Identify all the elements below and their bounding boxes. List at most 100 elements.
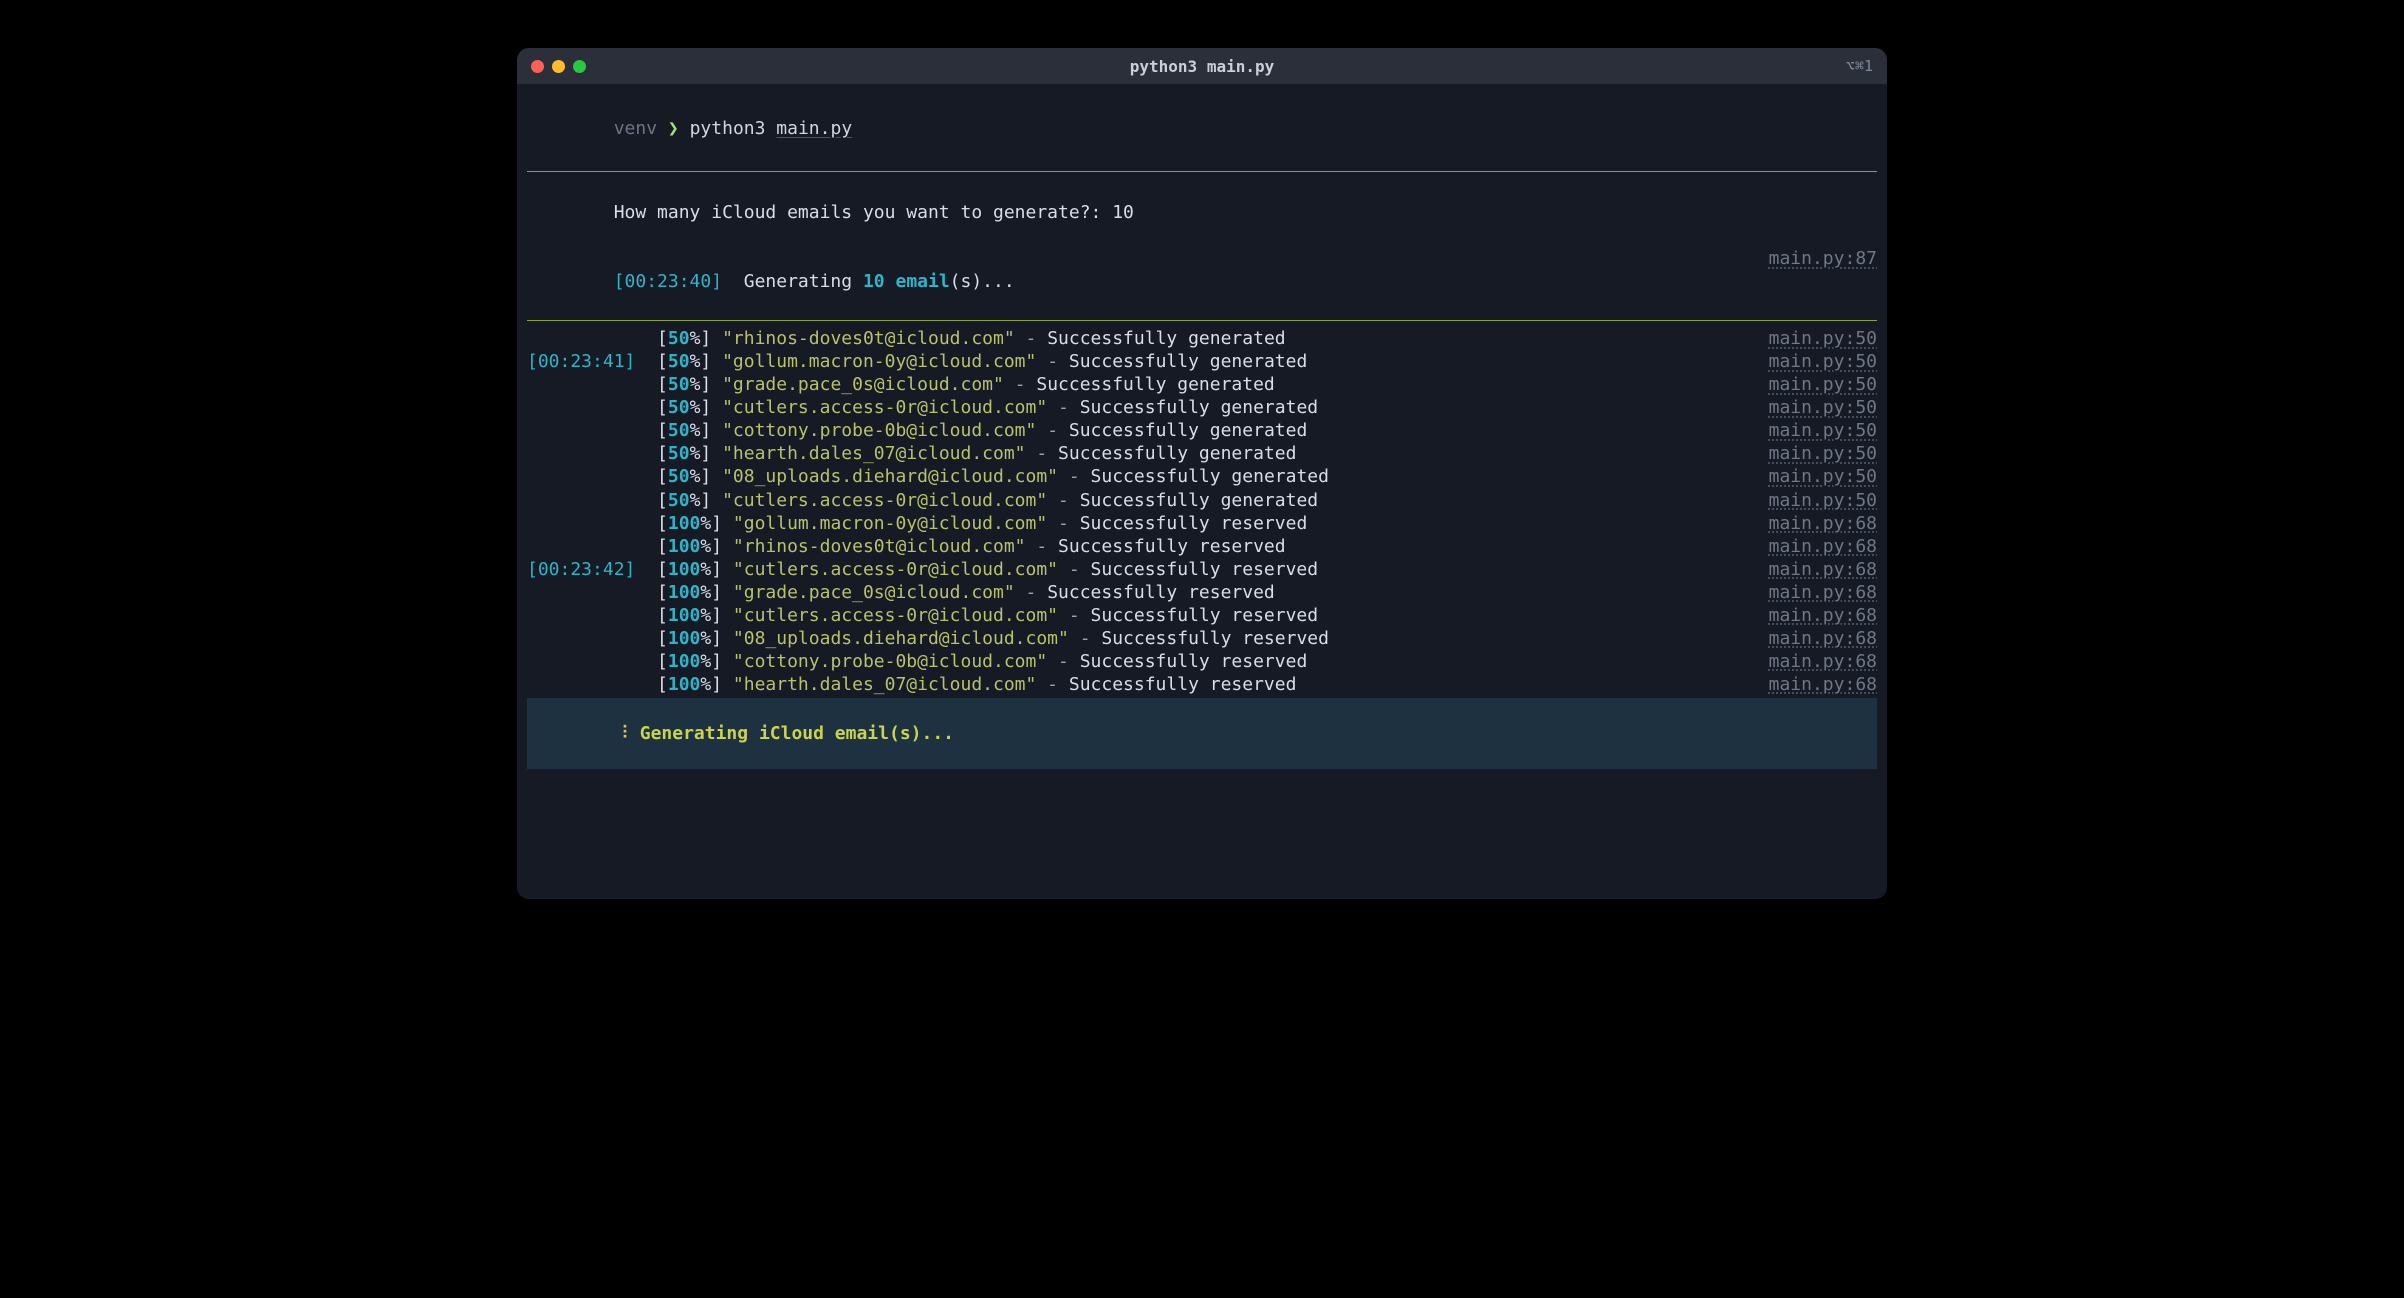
log-line: [00:23:41][50%] "gollum.macron-0y@icloud… <box>527 350 1877 373</box>
log-message: Successfully reserved <box>1080 651 1308 672</box>
source-ref: main.py:50 <box>1769 465 1877 488</box>
spinner-icon: ⠸ <box>616 723 629 744</box>
source-ref: main.py:50 <box>1769 396 1877 419</box>
venv-name: venv <box>614 118 657 139</box>
email-address: "cottony.probe-0b@icloud.com" <box>722 420 1036 441</box>
progress-pct: 50 <box>668 443 690 464</box>
progress-pct: 50 <box>668 374 690 395</box>
source-ref: main.py:87 <box>1769 247 1877 316</box>
terminal-padding <box>527 769 1877 879</box>
log-line: [50%] "cutlers.access-0r@icloud.com" - S… <box>527 396 1877 419</box>
header-suffix: (s)... <box>950 271 1015 292</box>
zoom-icon[interactable] <box>573 60 586 73</box>
log-lines: [50%] "rhinos-doves0t@icloud.com" - Succ… <box>527 327 1877 696</box>
tab-shortcut: ⌥⌘1 <box>1846 57 1873 75</box>
log-line: [100%] "cottony.probe-0b@icloud.com" - S… <box>527 650 1877 673</box>
source-ref: main.py:68 <box>1769 581 1877 604</box>
log-line: [50%] "cutlers.access-0r@icloud.com" - S… <box>527 489 1877 512</box>
command-arg: main.py <box>776 118 852 139</box>
email-address: "rhinos-doves0t@icloud.com" <box>733 536 1026 557</box>
timestamp: [00:23:41] <box>527 350 657 373</box>
email-address: "cutlers.access-0r@icloud.com" <box>733 559 1058 580</box>
email-address: "grade.pace_0s@icloud.com" <box>722 374 1004 395</box>
log-message: Successfully generated <box>1069 420 1307 441</box>
progress-pct: 50 <box>668 397 690 418</box>
log-message: Successfully reserved <box>1047 582 1275 603</box>
status-text: Generating iCloud email(s)... <box>640 723 954 744</box>
log-message: Successfully generated <box>1080 490 1318 511</box>
email-address: "gollum.macron-0y@icloud.com" <box>722 351 1036 372</box>
log-message: Successfully reserved <box>1069 674 1297 695</box>
divider <box>527 320 1877 321</box>
email-address: "grade.pace_0s@icloud.com" <box>733 582 1015 603</box>
source-ref: main.py:50 <box>1769 419 1877 442</box>
email-address: "cutlers.access-0r@icloud.com" <box>722 397 1047 418</box>
titlebar: python3 main.py ⌥⌘1 <box>517 48 1887 84</box>
log-line: [00:23:42][100%] "cutlers.access-0r@iclo… <box>527 558 1877 581</box>
progress-pct: 50 <box>668 490 690 511</box>
source-ref: main.py:68 <box>1769 650 1877 673</box>
log-line: [50%] "hearth.dales_07@icloud.com" - Suc… <box>527 442 1877 465</box>
minimize-icon[interactable] <box>552 60 565 73</box>
log-line: [100%] "gollum.macron-0y@icloud.com" - S… <box>527 512 1877 535</box>
log-message: Successfully reserved <box>1058 536 1286 557</box>
progress-pct: 100 <box>668 628 701 649</box>
source-ref: main.py:68 <box>1769 558 1877 581</box>
log-message: Successfully reserved <box>1091 605 1319 626</box>
progress-pct: 100 <box>668 651 701 672</box>
timestamp: [00:23:42] <box>527 558 657 581</box>
log-line: [100%] "hearth.dales_07@icloud.com" - Su… <box>527 673 1877 696</box>
log-message: Successfully generated <box>1091 466 1329 487</box>
prompt-line: venv ❯ python3 main.py <box>527 88 1877 167</box>
source-ref: main.py:50 <box>1769 442 1877 465</box>
log-message: Successfully generated <box>1047 328 1285 349</box>
email-address: "08_uploads.diehard@icloud.com" <box>733 628 1069 649</box>
question-line: How many iCloud emails you want to gener… <box>527 178 1877 247</box>
header-count: 10 <box>863 271 885 292</box>
log-message: Successfully generated <box>1058 443 1296 464</box>
terminal-window: python3 main.py ⌥⌘1 venv ❯ python3 main.… <box>517 48 1887 899</box>
question-answer: 10 <box>1112 202 1134 223</box>
log-message: Successfully generated <box>1080 397 1318 418</box>
progress-pct: 50 <box>668 328 690 349</box>
log-line: [50%] "cottony.probe-0b@icloud.com" - Su… <box>527 419 1877 442</box>
log-line: [100%] "grade.pace_0s@icloud.com" - Succ… <box>527 581 1877 604</box>
source-ref: main.py:68 <box>1769 604 1877 627</box>
log-line: [50%] "grade.pace_0s@icloud.com" - Succe… <box>527 373 1877 396</box>
source-ref: main.py:68 <box>1769 512 1877 535</box>
timestamp: [00:23:40] <box>614 270 744 293</box>
log-line: [100%] "rhinos-doves0t@icloud.com" - Suc… <box>527 535 1877 558</box>
log-message: Successfully reserved <box>1080 513 1308 534</box>
progress-pct: 50 <box>668 420 690 441</box>
prompt-chevron-icon: ❯ <box>668 118 679 139</box>
close-icon[interactable] <box>531 60 544 73</box>
window-title: python3 main.py <box>517 57 1887 76</box>
email-address: "cutlers.access-0r@icloud.com" <box>722 490 1047 511</box>
source-ref: main.py:50 <box>1769 489 1877 512</box>
source-ref: main.py:50 <box>1769 327 1877 350</box>
progress-pct: 100 <box>668 582 701 603</box>
status-line: ⠸ Generating iCloud email(s)... <box>527 698 1877 769</box>
source-ref: main.py:68 <box>1769 535 1877 558</box>
log-message: Successfully generated <box>1036 374 1274 395</box>
log-line: [100%] "08_uploads.diehard@icloud.com" -… <box>527 627 1877 650</box>
log-line: [100%] "cutlers.access-0r@icloud.com" - … <box>527 604 1877 627</box>
terminal-body[interactable]: venv ❯ python3 main.py How many iCloud e… <box>517 84 1887 899</box>
progress-pct: 100 <box>668 674 701 695</box>
progress-pct: 100 <box>668 536 701 557</box>
question-text: How many iCloud emails you want to gener… <box>614 202 1102 223</box>
email-address: "rhinos-doves0t@icloud.com" <box>722 328 1015 349</box>
email-address: "cottony.probe-0b@icloud.com" <box>733 651 1047 672</box>
log-message: Successfully reserved <box>1101 628 1329 649</box>
log-line: [50%] "08_uploads.diehard@icloud.com" - … <box>527 465 1877 488</box>
source-ref: main.py:50 <box>1769 373 1877 396</box>
progress-pct: 100 <box>668 605 701 626</box>
divider <box>527 171 1877 172</box>
header-log-line: [00:23:40]Generating 10 email(s)... main… <box>527 247 1877 316</box>
progress-pct: 100 <box>668 513 701 534</box>
source-ref: main.py:68 <box>1769 627 1877 650</box>
email-address: "hearth.dales_07@icloud.com" <box>722 443 1025 464</box>
window-controls <box>531 60 586 73</box>
progress-pct: 100 <box>668 559 701 580</box>
source-ref: main.py:68 <box>1769 673 1877 696</box>
